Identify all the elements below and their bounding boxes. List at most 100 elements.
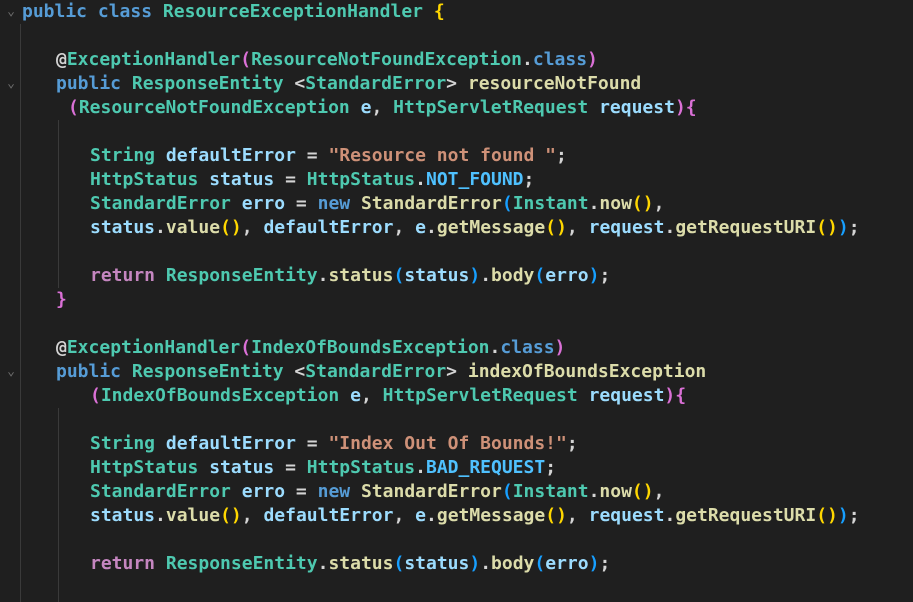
code-token: erro [241,193,286,214]
code-token: ( [68,97,79,118]
code-token: . [317,553,329,574]
code-token: BAD_REQUEST [425,457,546,478]
code-token: request [588,217,665,238]
code-token: StandardError [90,193,231,214]
code-token: < [283,73,306,94]
code-token: . [415,457,426,478]
code-token: ( [240,49,252,70]
code-token: request [588,385,665,406]
code-token: ExceptionHandler [66,49,241,70]
code-token: > [446,361,468,382]
code-token: value [165,505,221,526]
code-token: ) [837,505,849,526]
code-token: = [274,169,307,190]
code-token: NOT_FOUND [425,169,524,190]
code-line[interactable]: status.value(), defaultError, e.getMessa… [0,216,913,240]
code-token: . [426,217,437,238]
code-text: (IndexOfBoundsException e, HttpServletRe… [90,384,686,408]
code-token: StandardError [360,193,502,214]
code-line[interactable] [0,312,913,336]
code-line[interactable]: status.value(), defaultError, e.getMessa… [0,504,913,528]
code-token: status [328,553,394,574]
code-token: , [360,385,383,406]
code-line[interactable]: return ResponseEntity.status(status).bod… [0,264,913,288]
code-line[interactable]: HttpStatus status = HttpStatus.NOT_FOUND… [0,168,913,192]
code-token: HttpStatus [90,169,199,190]
code-token: = [285,193,318,214]
code-line[interactable]: ⌄ public ResponseEntity <StandardError> r… [0,72,913,96]
code-token: ( [393,265,405,286]
code-token: . [155,505,166,526]
code-line[interactable]: return ResponseEntity.status(status).bod… [0,552,913,576]
code-text: return ResponseEntity.status(status).bod… [90,264,610,288]
code-token: status [90,217,156,238]
code-token: ; [523,169,535,190]
code-line[interactable] [0,528,913,552]
code-token: HttpStatus [306,457,416,478]
code-line[interactable]: String defaultError = "Index Out Of Boun… [0,432,913,456]
code-line[interactable] [0,408,913,432]
code-token: public [22,1,88,22]
code-token: . [522,49,533,70]
code-line[interactable]: (IndexOfBoundsException e, HttpServletRe… [0,384,913,408]
code-line[interactable] [0,24,913,48]
code-token: () [816,217,838,238]
code-line[interactable]: String defaultError = "Resource not foun… [0,144,913,168]
code-text: public class ResourceExceptionHandler { [22,0,445,24]
code-token: status [209,169,275,190]
code-token: () [816,505,838,526]
code-token: HttpServletRequest [393,97,589,118]
code-token: IndexOfBoundsException [251,337,490,358]
chevron-down-icon[interactable]: ⌄ [4,360,18,384]
code-editor[interactable]: ⌄ public class ResourceExceptionHandler {… [0,0,913,602]
code-token: ; [566,433,578,454]
code-token: e [360,97,372,118]
code-token: public [56,361,122,382]
code-token: ExceptionHandler [66,337,241,358]
code-line[interactable]: @ExceptionHandler(ResourceNotFoundExcept… [0,48,913,72]
code-token: HttpStatus [90,457,199,478]
code-token: { [675,385,687,406]
chevron-down-icon[interactable]: ⌄ [4,72,18,96]
code-token: public [56,73,122,94]
code-token: ; [545,457,557,478]
code-token: resourceNotFound [467,73,642,94]
code-line[interactable]: ⌄ public ResponseEntity <StandardError> i… [0,360,913,384]
code-line[interactable] [0,120,913,144]
code-line[interactable]: } [0,288,913,312]
chevron-down-icon[interactable]: ⌄ [4,0,18,24]
code-line[interactable]: (ResourceNotFoundException e, HttpServle… [0,96,913,120]
code-token: { [433,1,445,22]
code-token: ( [501,193,513,214]
code-line[interactable]: StandardError erro = new StandardError(I… [0,480,913,504]
code-token: ) [837,217,849,238]
code-token: . [588,193,600,214]
code-token: . [415,169,426,190]
code-token: "Index Out Of Bounds!" [328,433,567,454]
code-text: status.value(), defaultError, e.getMessa… [90,216,860,240]
code-token: erro [545,265,589,286]
code-token: e [350,385,361,406]
code-token: class [97,1,153,22]
code-line[interactable]: @ExceptionHandler(IndexOfBoundsException… [0,336,913,360]
code-token: HttpServletRequest [382,385,578,406]
code-line[interactable]: ⌄ public class ResourceExceptionHandler { [0,0,913,24]
code-text: StandardError erro = new StandardError(I… [90,192,664,216]
code-line[interactable]: HttpStatus status = HttpStatus.BAD_REQUE… [0,456,913,480]
code-token: , [393,505,416,526]
code-text: HttpStatus status = HttpStatus.NOT_FOUND… [90,168,534,192]
code-token: = [295,433,329,454]
code-token: status [404,553,470,574]
code-line[interactable] [0,240,913,264]
code-token: ) [588,265,600,286]
code-line[interactable]: StandardError erro = new StandardError(I… [0,192,913,216]
code-text: HttpStatus status = HttpStatus.BAD_REQUE… [90,456,556,480]
code-token: } [56,289,67,310]
code-token: () [545,505,567,526]
